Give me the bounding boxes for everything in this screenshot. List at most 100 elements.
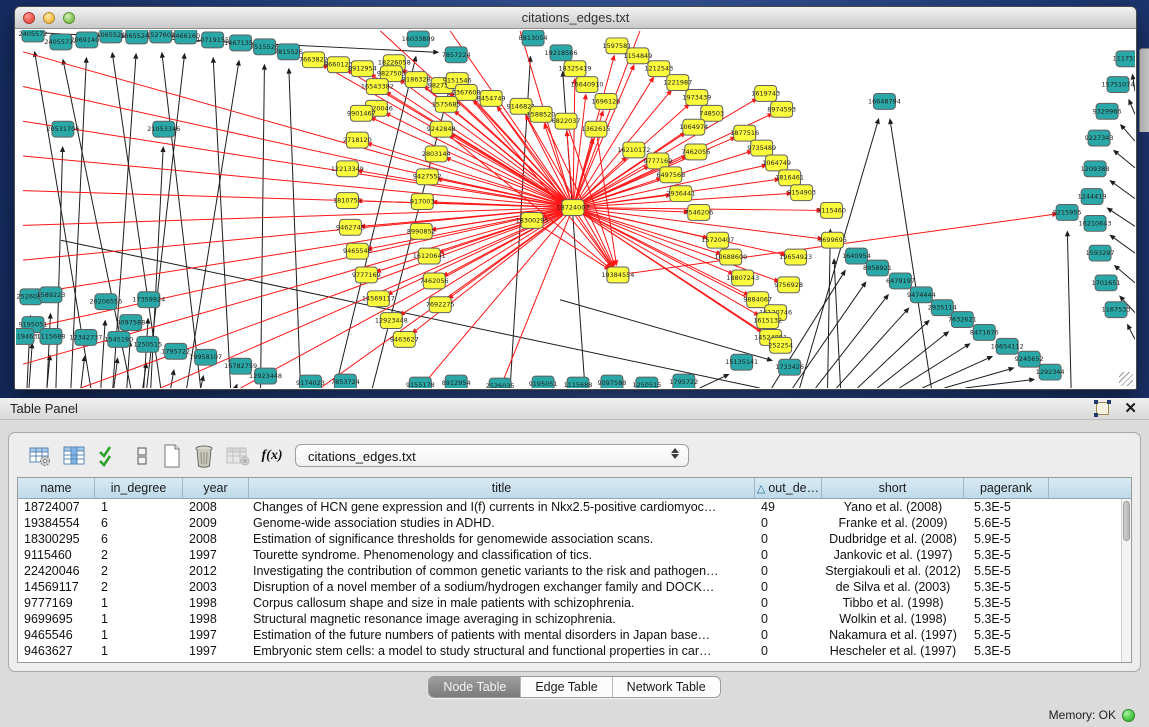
scrollbar-thumb[interactable] [1123,501,1130,541]
table-cell: Tourette syndrome. Phenomenology and cla… [249,547,755,563]
node-label: 9735489 [747,144,776,152]
delete-table-icon[interactable] [191,443,217,469]
node-label: 1696126 [592,97,621,105]
new-table-icon[interactable] [159,443,185,469]
network-graph[interactable]: 2405572240557242069140610655241065524715… [16,30,1135,388]
column-header-name[interactable]: name [18,478,95,498]
edge-arrowhead [1008,367,1014,372]
network-window-titlebar[interactable]: citations_edges.txt [15,7,1136,29]
edge-arrowhead [84,57,89,63]
node-label: 15720407 [701,236,734,244]
table-row[interactable]: 946554611997Estimation of the future num… [18,627,1121,643]
node-label: 1615132 [753,317,782,325]
show-columns-icon[interactable] [61,443,87,469]
column-header-year[interactable]: year [183,478,249,498]
network-edge [1124,128,1135,141]
network-edge [837,312,906,388]
table-row[interactable]: 1872400712008Changes of HCN gene express… [18,499,1121,515]
table-cell: 2008 [183,499,249,515]
table-cell: 5.3E-5 [964,643,1049,659]
table-row[interactable]: 1938455462009Genome-wide association stu… [18,515,1121,531]
node-label: 7857224 [442,51,471,59]
edge-arrowhead [599,110,604,116]
table-row[interactable]: 946362711997Embryonic stem cells: a mode… [18,643,1121,659]
table-row[interactable]: 977716911998Corpus callosum shape and si… [18,595,1121,611]
node-label: 1154849 [623,52,652,60]
node-label: 917003 [410,198,435,206]
table-cell: 1 [95,595,183,611]
table-cell: 0 [755,643,822,659]
table-cell: 1998 [183,611,249,627]
memory-status-label: Memory: OK [1049,708,1116,722]
table-cell: 1997 [183,627,249,643]
table-cell: 14569117 [18,579,95,595]
table-cell: 9699695 [18,611,95,627]
table-cell: 2003 [183,579,249,595]
table-row[interactable]: 969969511998Structural magnetic resonanc… [18,611,1121,627]
node-label: 9462743 [336,223,365,231]
column-header-short[interactable]: short [822,478,964,498]
edge-arrowhead [171,369,176,375]
table-cell: 1 [95,499,183,515]
table-cell: Stergiakouli et al. (2012) [822,563,964,579]
edge-arrowhead [211,57,216,63]
table-settings-icon[interactable] [27,443,53,469]
node-label: 19654923 [779,253,812,261]
column-header-pagerank[interactable]: pagerank [964,478,1049,498]
edge-arrowhead [1131,74,1135,80]
tab-node-table[interactable]: Node Table [429,677,521,697]
node-label: 8912954 [442,379,471,387]
column-header-out_de[interactable]: △out_de… [755,478,822,498]
node-label: 9097588 [116,319,145,327]
node-label: 1733426 [775,363,804,371]
table-cell: 5.5E-5 [964,563,1049,579]
import-table-icon[interactable] [225,443,251,469]
node-label: 8974593 [767,105,796,113]
rows-icon[interactable] [129,443,155,469]
table-row[interactable]: 911546021997Tourette syndrome. Phenomeno… [18,547,1121,563]
table-selector-dropdown[interactable]: citations_edges.txt [295,444,689,467]
node-label: 1212543 [644,65,673,73]
table-cell: 5.6E-5 [964,515,1049,531]
select-all-icon[interactable] [95,443,121,469]
table-panel-inner: f(x) citations_edges.txt namein_degreeye… [8,432,1141,672]
network-edge [1114,238,1135,253]
network-edge [922,358,987,388]
float-panel-icon[interactable] [1096,402,1109,415]
node-label: 15751074 [1102,81,1135,89]
node-label: 1795722 [669,378,698,386]
network-edge [213,63,230,388]
close-panel-icon[interactable]: ✕ [1124,400,1137,418]
network-window-title: citations_edges.txt [15,10,1136,25]
table-scrollbar[interactable] [1121,499,1131,662]
node-label: 19218586 [545,49,578,57]
column-header-filler [1049,478,1131,498]
table-cell: 2008 [183,531,249,547]
function-builder-icon[interactable]: f(x) [259,443,285,469]
column-header-in_degree[interactable]: in_degree [95,478,183,498]
table-cell: de Silva et al. (2003) [822,579,964,595]
network-canvas[interactable]: 2405572240557242069140610655241065524715… [16,30,1135,388]
table-row[interactable]: 1830029562008Estimation of significance … [18,531,1121,547]
node-label: 2935114 [928,304,957,312]
table-header: namein_degreeyeartitle△out_de…shortpager… [18,478,1131,499]
node-label: 6479197 [886,277,915,285]
column-header-title[interactable]: title [249,478,755,498]
tab-edge-table[interactable]: Edge Table [521,677,612,697]
node-label: 1816461 [775,174,804,182]
node-label: 7692275 [426,301,455,309]
network-edge [899,346,965,388]
table-row[interactable]: 1456911722003Disruption of a novel membe… [18,579,1121,595]
edge-arrowhead [964,343,970,348]
node-label: 9777169 [643,157,672,165]
network-edge [944,369,1008,388]
table-cell: 2 [95,563,183,579]
resize-grip-icon[interactable] [1119,372,1133,386]
table-row[interactable]: 2242004622012Investigating the contribut… [18,563,1121,579]
network-edge [965,380,1029,388]
node-label: 1064974 [679,123,708,131]
table-cell: Corpus callosum shape and size in male p… [249,595,755,611]
edge-arrowhead [611,54,616,60]
tab-network-table[interactable]: Network Table [613,677,720,697]
table-cell: 1 [95,611,183,627]
